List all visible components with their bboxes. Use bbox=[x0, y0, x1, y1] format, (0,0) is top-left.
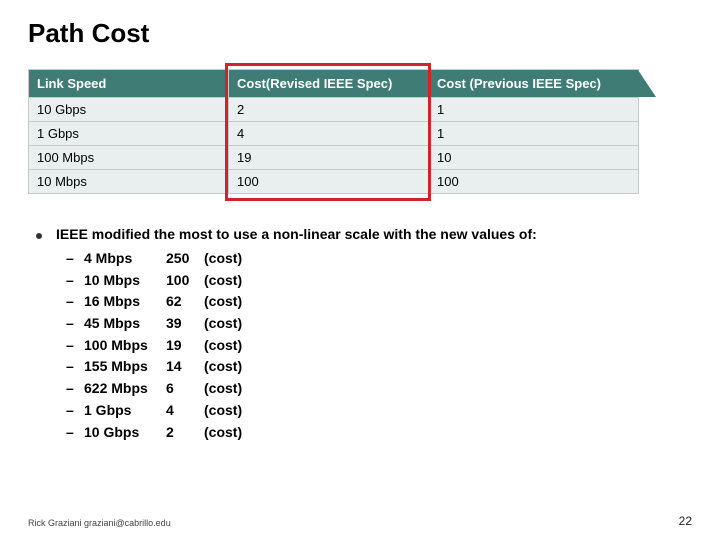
table-header-row: Link Speed Cost(Revised IEEE Spec) Cost … bbox=[29, 70, 639, 98]
item-value: 2 bbox=[166, 422, 204, 444]
bullet-icon bbox=[36, 233, 42, 239]
item-value: 19 bbox=[166, 335, 204, 357]
item-value: 39 bbox=[166, 313, 204, 335]
cost-table: Link Speed Cost(Revised IEEE Spec) Cost … bbox=[28, 69, 639, 194]
cell-speed: 1 Gbps bbox=[29, 122, 229, 146]
cell-revised: 19 bbox=[229, 146, 429, 170]
page-title: Path Cost bbox=[28, 18, 692, 49]
table-row: 1 Gbps 4 1 bbox=[29, 122, 639, 146]
cell-speed: 10 Gbps bbox=[29, 98, 229, 122]
item-label: (cost) bbox=[204, 356, 242, 378]
item-label: (cost) bbox=[204, 313, 242, 335]
cell-previous: 1 bbox=[429, 122, 639, 146]
item-label: (cost) bbox=[204, 248, 242, 270]
cell-revised: 100 bbox=[229, 170, 429, 194]
item-speed: 622 Mbps bbox=[84, 378, 166, 400]
item-value: 100 bbox=[166, 270, 204, 292]
col-previous-cost: Cost (Previous IEEE Spec) bbox=[429, 70, 639, 98]
cost-table-wrap: Link Speed Cost(Revised IEEE Spec) Cost … bbox=[28, 69, 638, 194]
cell-speed: 10 Mbps bbox=[29, 170, 229, 194]
table-row: 10 Mbps 100 100 bbox=[29, 170, 639, 194]
lead-text: IEEE modified the most to use a non-line… bbox=[56, 226, 537, 242]
item-value: 6 bbox=[166, 378, 204, 400]
item-label: (cost) bbox=[204, 291, 242, 313]
list-item: –16 Mbps62(cost) bbox=[66, 291, 692, 313]
item-value: 4 bbox=[166, 400, 204, 422]
item-speed: 1 Gbps bbox=[84, 400, 166, 422]
item-speed: 155 Mbps bbox=[84, 356, 166, 378]
list-item: –1 Gbps4(cost) bbox=[66, 400, 692, 422]
lead-bullet: IEEE modified the most to use a non-line… bbox=[28, 226, 692, 242]
item-value: 250 bbox=[166, 248, 204, 270]
dash-icon: – bbox=[66, 422, 84, 444]
item-value: 62 bbox=[166, 291, 204, 313]
item-speed: 16 Mbps bbox=[84, 291, 166, 313]
table-row: 10 Gbps 2 1 bbox=[29, 98, 639, 122]
item-speed: 10 Gbps bbox=[84, 422, 166, 444]
list-item: –10 Gbps2(cost) bbox=[66, 422, 692, 444]
item-label: (cost) bbox=[204, 400, 242, 422]
cell-previous: 1 bbox=[429, 98, 639, 122]
list-item: –155 Mbps14(cost) bbox=[66, 356, 692, 378]
dash-icon: – bbox=[66, 378, 84, 400]
dash-icon: – bbox=[66, 313, 84, 335]
item-label: (cost) bbox=[204, 270, 242, 292]
table-head: Link Speed Cost(Revised IEEE Spec) Cost … bbox=[29, 70, 639, 98]
item-label: (cost) bbox=[204, 378, 242, 400]
col-link-speed: Link Speed bbox=[29, 70, 229, 98]
page-number: 22 bbox=[679, 514, 692, 528]
cell-previous: 10 bbox=[429, 146, 639, 170]
body-content: IEEE modified the most to use a non-line… bbox=[28, 226, 692, 443]
cell-revised: 4 bbox=[229, 122, 429, 146]
footer-author: Rick Graziani graziani@cabrillo.edu bbox=[28, 518, 171, 528]
cell-revised: 2 bbox=[229, 98, 429, 122]
item-speed: 10 Mbps bbox=[84, 270, 166, 292]
cell-previous: 100 bbox=[429, 170, 639, 194]
item-label: (cost) bbox=[204, 335, 242, 357]
cell-speed: 100 Mbps bbox=[29, 146, 229, 170]
lead-suffix: with the new values of: bbox=[380, 226, 537, 242]
item-speed: 4 Mbps bbox=[84, 248, 166, 270]
list-item: –10 Mbps100(cost) bbox=[66, 270, 692, 292]
dash-icon: – bbox=[66, 356, 84, 378]
item-speed: 100 Mbps bbox=[84, 335, 166, 357]
table-body: 10 Gbps 2 1 1 Gbps 4 1 100 Mbps 19 10 10… bbox=[29, 98, 639, 194]
cost-list: –4 Mbps250(cost) –10 Mbps100(cost) –16 M… bbox=[66, 248, 692, 443]
dash-icon: – bbox=[66, 335, 84, 357]
table-row: 100 Mbps 19 10 bbox=[29, 146, 639, 170]
dash-icon: – bbox=[66, 400, 84, 422]
item-value: 14 bbox=[166, 356, 204, 378]
lead-bold: non-linear scale bbox=[273, 226, 380, 242]
col-revised-cost: Cost(Revised IEEE Spec) bbox=[229, 70, 429, 98]
dash-icon: – bbox=[66, 291, 84, 313]
list-item: –4 Mbps250(cost) bbox=[66, 248, 692, 270]
item-speed: 45 Mbps bbox=[84, 313, 166, 335]
dash-icon: – bbox=[66, 270, 84, 292]
dash-icon: – bbox=[66, 248, 84, 270]
slide: Path Cost Link Speed Cost(Revised IEEE S… bbox=[0, 0, 720, 540]
list-item: –100 Mbps19(cost) bbox=[66, 335, 692, 357]
item-label: (cost) bbox=[204, 422, 242, 444]
list-item: –45 Mbps39(cost) bbox=[66, 313, 692, 335]
list-item: –622 Mbps6(cost) bbox=[66, 378, 692, 400]
lead-prefix: IEEE modified the most to use a bbox=[56, 226, 273, 242]
